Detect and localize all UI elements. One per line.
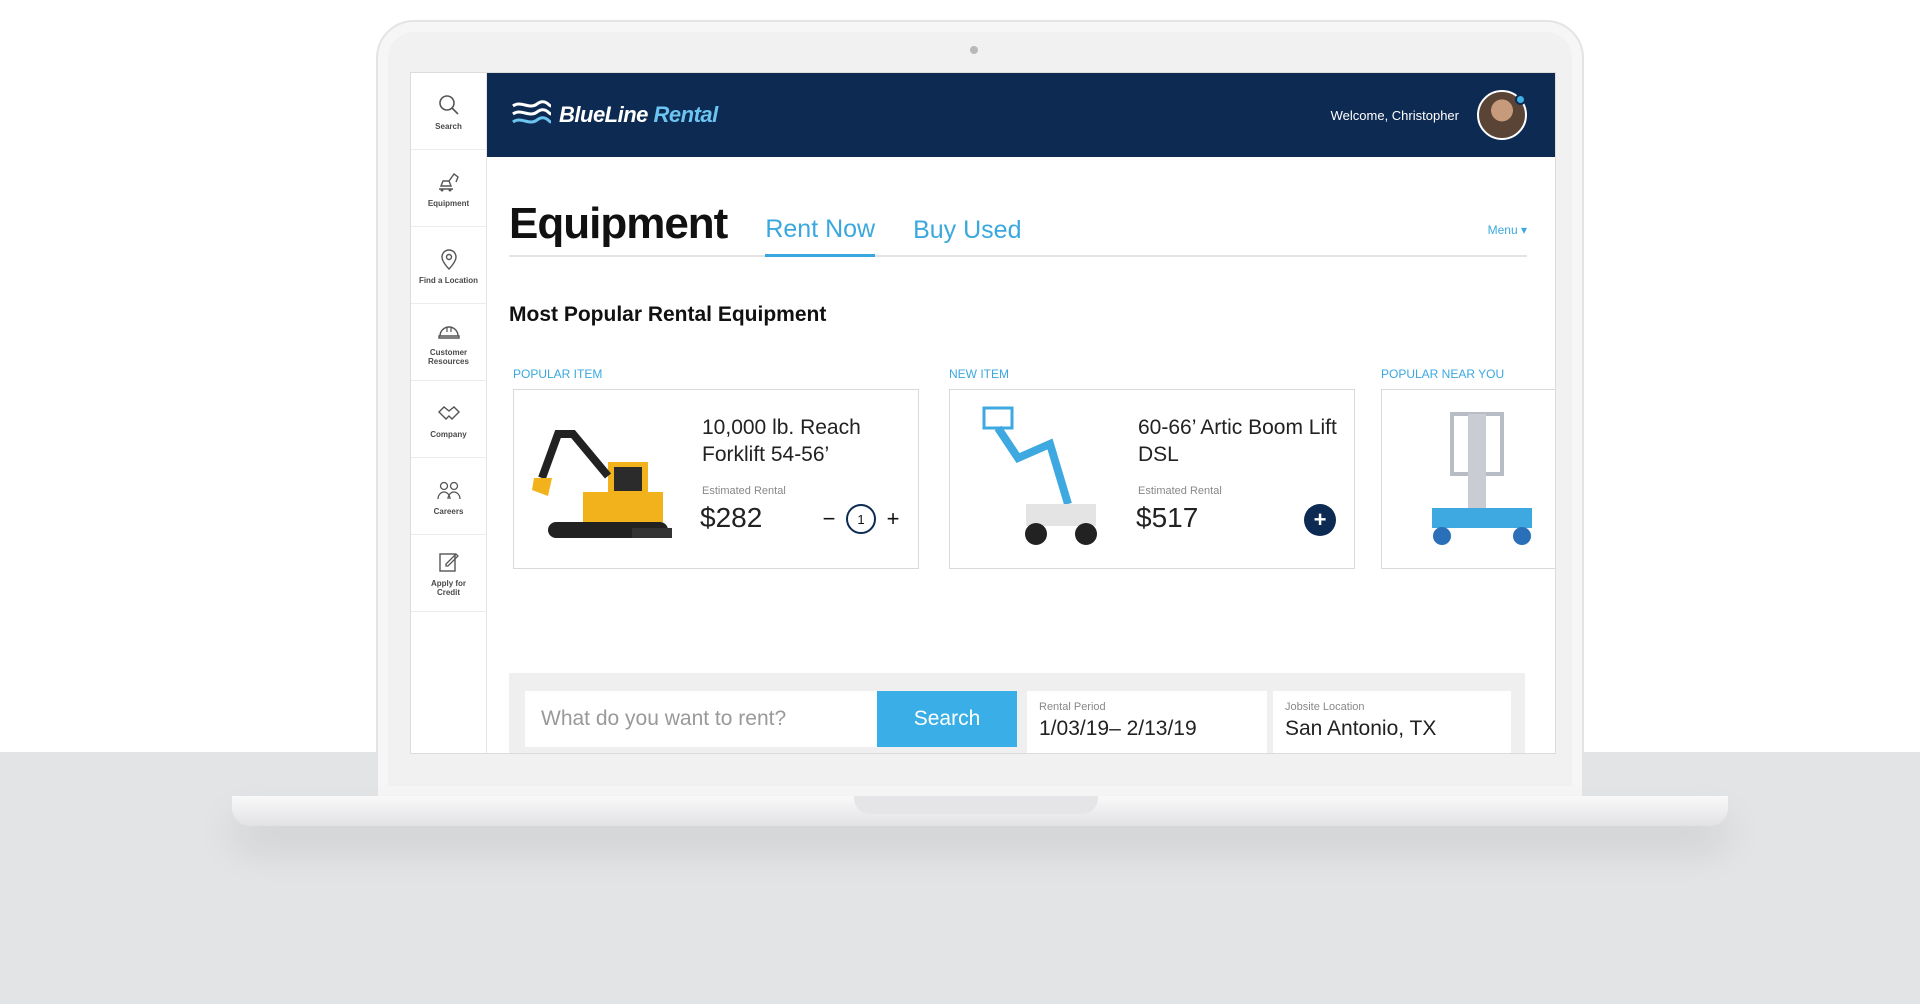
sidebar-item-label: Company — [430, 429, 467, 439]
user-welcome[interactable]: Welcome, Christopher — [1331, 90, 1527, 140]
equipment-name: 10,000 lb. Reach Forklift 54-56’ — [702, 416, 861, 466]
search-button[interactable]: Search — [877, 691, 1017, 747]
card-tag: POPULAR NEAR YOU — [1381, 367, 1505, 381]
sidebar-item-careers[interactable]: Careers — [411, 458, 486, 535]
sidebar-item-label: Apply for Credit — [430, 579, 467, 597]
sidebar-item-label: Find a Location — [418, 275, 479, 285]
sidebar-item-label: Equipment — [427, 198, 470, 208]
main-content: Equipment Rent Now Buy Used Menu ▾ Most … — [509, 157, 1555, 753]
top-bar: BlueLine Rental Welcome, Christopher — [487, 73, 1555, 157]
quantity-value: 1 — [846, 504, 876, 534]
sidebar: Search Equipment Find a Location Custome… — [411, 73, 487, 753]
rental-period-label: Rental Period — [1039, 701, 1106, 713]
sidebar-item-customer-resources[interactable]: Customer Resources — [411, 304, 486, 381]
menu-dropdown[interactable]: Menu ▾ — [1488, 223, 1527, 237]
map-pin-icon — [440, 248, 457, 270]
waves-logo-icon — [512, 100, 552, 124]
increment-button[interactable]: + — [886, 506, 900, 532]
equipment-price: $517 — [1136, 502, 1199, 533]
logo-main-text: BlueLine — [559, 102, 648, 127]
page-header: Equipment Rent Now Buy Used Menu ▾ — [509, 197, 1527, 257]
estimated-rental-label: Estimated Rental — [702, 485, 786, 497]
sidebar-item-search[interactable]: Search — [411, 73, 486, 150]
excavator-icon — [438, 172, 459, 191]
rental-period-value: 1/03/19– 2/13/19 — [1039, 717, 1197, 740]
avatar[interactable] — [1477, 90, 1527, 140]
sidebar-item-label: Search — [435, 121, 462, 131]
brand-logo[interactable]: BlueLine Rental — [511, 100, 718, 130]
tab-buy-used[interactable]: Buy Used — [913, 216, 1021, 255]
people-icon — [436, 481, 461, 499]
sidebar-item-label: Careers — [433, 506, 464, 516]
equipment-card[interactable] — [1381, 389, 1555, 569]
equipment-card[interactable]: 60-66’ Artic Boom Lift DSL Estimated Ren… — [949, 389, 1355, 569]
jobsite-location-value: San Antonio, TX — [1285, 717, 1437, 740]
add-to-cart-button[interactable]: + — [1304, 504, 1336, 536]
jobsite-location-label: Jobsite Location — [1285, 701, 1365, 713]
estimated-rental-label: Estimated Rental — [1138, 485, 1222, 497]
search-icon — [438, 94, 459, 115]
excavator-image — [532, 430, 672, 538]
tab-rent-now[interactable]: Rent Now — [765, 215, 876, 257]
search-panel: Search Rental Period 1/03/19– 2/13/19 Jo… — [509, 673, 1525, 753]
hardhat-icon — [437, 326, 460, 339]
equipment-price: $282 — [700, 502, 763, 533]
scissor-lift-image — [1432, 412, 1532, 545]
boom-lift-image — [982, 406, 1097, 545]
search-input[interactable] — [525, 691, 877, 747]
rental-period-field[interactable]: Rental Period 1/03/19– 2/13/19 — [1027, 691, 1267, 753]
equipment-card[interactable]: 10,000 lb. Reach Forklift 54-56’ Estimat… — [513, 389, 919, 569]
camera-icon — [970, 46, 978, 54]
section-title: Most Popular Rental Equipment — [509, 303, 827, 326]
edit-form-icon — [438, 553, 459, 572]
logo-wordmark: BlueLine Rental — [559, 102, 718, 128]
card-tag: NEW ITEM — [949, 367, 1009, 381]
quantity-stepper: − 1 + — [822, 504, 900, 534]
sidebar-item-find-location[interactable]: Find a Location — [411, 227, 486, 304]
sidebar-item-label: Customer Resources — [428, 348, 469, 366]
jobsite-location-field[interactable]: Jobsite Location San Antonio, TX — [1273, 691, 1511, 753]
logo-accent-text: Rental — [653, 102, 719, 127]
notification-dot-icon — [1515, 94, 1526, 105]
app-screen: Search Equipment Find a Location Custome… — [410, 72, 1556, 754]
card-tag: POPULAR ITEM — [513, 367, 603, 381]
sidebar-item-company[interactable]: Company — [411, 381, 486, 458]
welcome-text: Welcome, Christopher — [1330, 107, 1459, 123]
page-title: Equipment — [509, 199, 728, 248]
sidebar-item-apply-credit[interactable]: Apply for Credit — [411, 535, 486, 612]
equipment-name: 60-66’ Artic Boom Lift DSL — [1138, 416, 1337, 466]
laptop-notch — [854, 796, 1098, 814]
handshake-icon — [437, 405, 460, 420]
sidebar-item-equipment[interactable]: Equipment — [411, 150, 486, 227]
decrement-button[interactable]: − — [822, 506, 836, 532]
